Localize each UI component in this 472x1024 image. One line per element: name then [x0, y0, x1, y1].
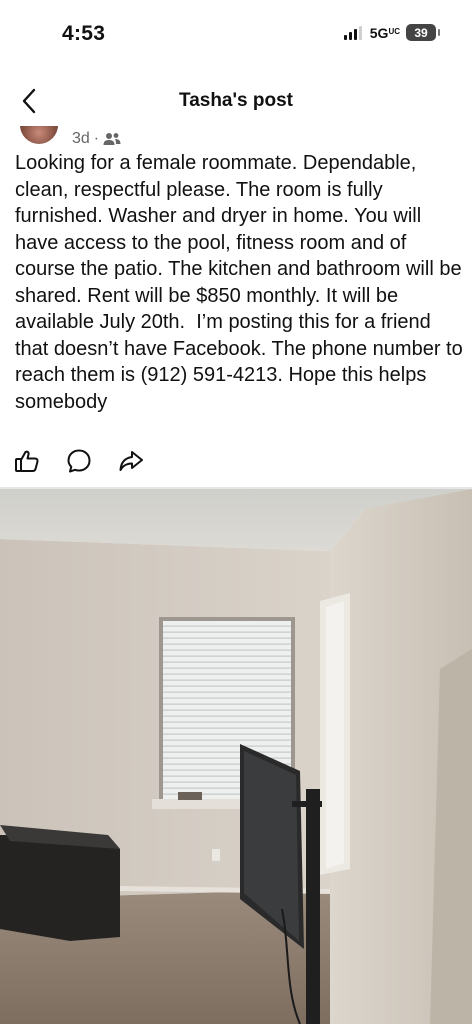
battery-level: 39 [414, 25, 428, 40]
post-actions [14, 448, 170, 474]
status-time: 4:53 [62, 22, 106, 45]
meta-separator: · [93, 130, 100, 147]
status-bar: 4:53 5GUC 39 [0, 0, 472, 70]
comment-button[interactable] [66, 448, 92, 474]
network-label: 5GUC [369, 24, 400, 41]
post-photo[interactable] [0, 489, 472, 1024]
post-body: Looking for a female roommate. Dependabl… [15, 152, 469, 413]
thumbs-up-icon [15, 450, 39, 472]
share-arrow-icon [119, 451, 143, 471]
post-meta: 3d · [20, 126, 121, 150]
signal-icon [343, 25, 362, 40]
comment-bubble-icon [67, 449, 91, 473]
nav-bar: Tasha's post [0, 78, 472, 126]
share-button[interactable] [118, 448, 144, 474]
status-indicators: 5GUC 39 [343, 24, 440, 41]
page-title: Tasha's post [179, 90, 293, 111]
avatar[interactable] [20, 126, 58, 144]
friends-icon [103, 133, 121, 145]
room-photo [0, 489, 472, 1024]
battery-icon: 39 [406, 24, 440, 41]
post-time[interactable]: 3d [72, 130, 90, 148]
like-button[interactable] [14, 448, 40, 474]
